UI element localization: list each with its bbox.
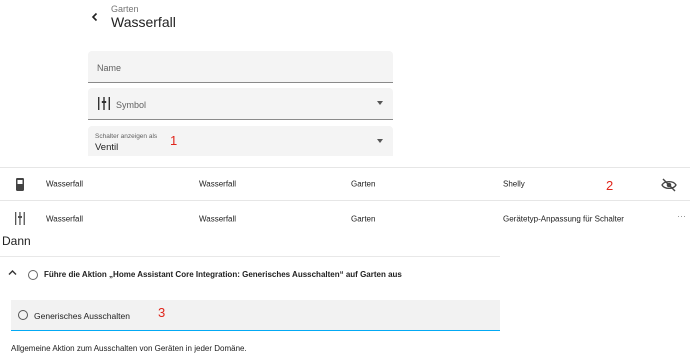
entity-area: Garten [351, 214, 376, 224]
page-title: Wasserfall [111, 14, 176, 30]
show-switch-as-label: Schalter anzeigen als [95, 133, 158, 140]
dropdown-caret-icon [377, 101, 383, 105]
more-options-button[interactable]: ··· [677, 211, 686, 221]
action-description: Allgemeine Aktion zum Ausschalten von Ge… [11, 344, 247, 353]
action-select-value: Generisches Ausschalten [34, 311, 130, 321]
entity-id: Wasserfall [199, 179, 237, 189]
action-summary: Führe die Aktion „Home Assistant Core In… [44, 270, 402, 279]
sliders-icon [15, 212, 25, 225]
device-settings-page: Garten Wasserfall Name Symbol Schalter a… [0, 0, 690, 354]
entity-area: Garten [351, 179, 376, 189]
entity-name: Wasserfall [46, 179, 84, 189]
dropdown-caret-icon [377, 139, 383, 143]
action-card-header[interactable]: Führe die Aktion „Home Assistant Core In… [0, 256, 500, 292]
entity-integration: Gerätetyp-Anpassung für Schalter [503, 214, 624, 224]
annotation-1: 1 [170, 133, 178, 148]
name-field[interactable]: Name [88, 51, 393, 83]
breadcrumb-area: Garten [111, 4, 139, 14]
action-radio[interactable] [28, 270, 38, 280]
eye-off-icon[interactable] [661, 178, 677, 192]
name-field-label: Name [97, 63, 122, 73]
entity-name: Wasserfall [46, 214, 84, 224]
battery-device-icon [16, 178, 24, 191]
sliders-icon [98, 97, 110, 110]
action-select[interactable]: Generisches Ausschalten [11, 300, 500, 331]
show-switch-as-select[interactable]: Schalter anzeigen als Ventil [88, 126, 393, 156]
symbol-select-label: Symbol [116, 100, 147, 110]
annotation-3: 3 [158, 305, 166, 320]
action-select-radio[interactable] [18, 310, 28, 320]
annotation-2: 2 [606, 178, 614, 193]
back-button[interactable] [86, 8, 104, 26]
chevron-left-icon [91, 12, 98, 22]
show-switch-as-value: Ventil [95, 142, 119, 153]
entity-row[interactable]: Wasserfall Wasserfall Garten Shelly [0, 167, 690, 201]
chevron-up-icon[interactable] [8, 268, 17, 277]
entity-integration: Shelly [503, 179, 525, 189]
symbol-select[interactable]: Symbol [88, 88, 393, 120]
entity-row[interactable]: Wasserfall Wasserfall Garten Gerätetyp-A… [0, 202, 690, 236]
entity-id: Wasserfall [199, 214, 237, 224]
then-heading: Dann [2, 234, 31, 248]
